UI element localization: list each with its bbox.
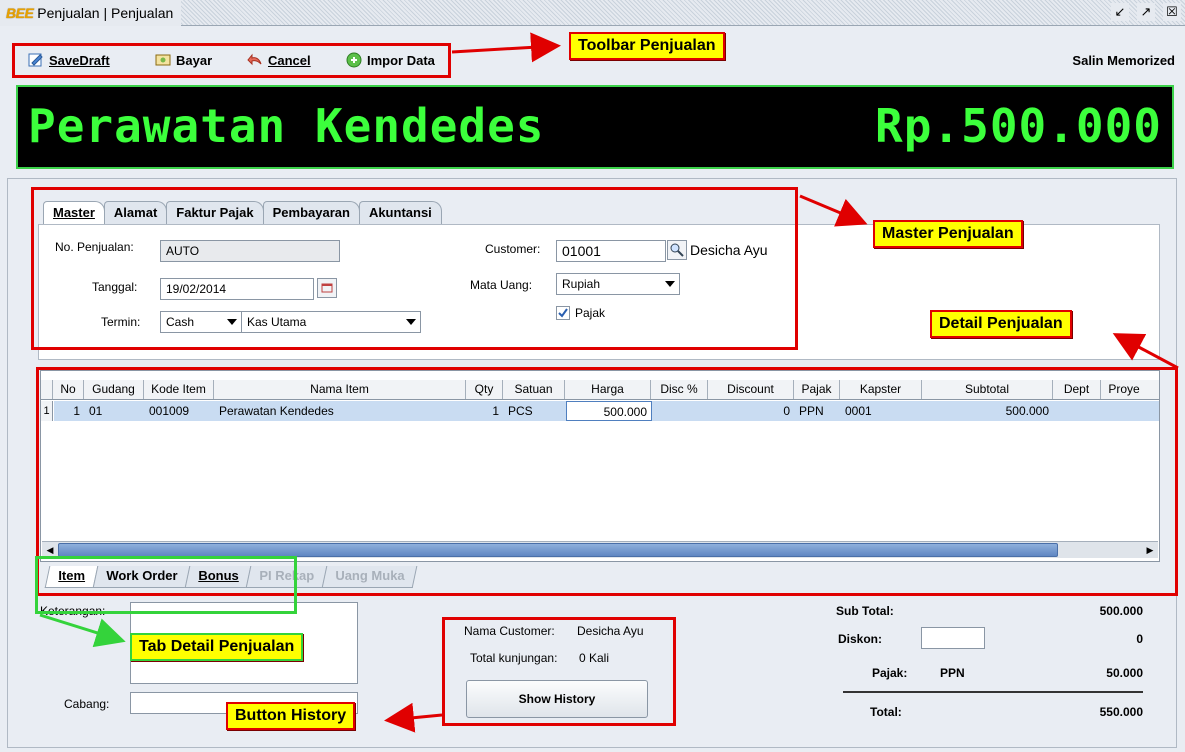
window-controls: ↙ ↗ ☒ <box>1111 3 1181 21</box>
pajak-total-label: Pajak: <box>872 666 908 680</box>
total-label: Total: <box>870 705 902 719</box>
restore-icon[interactable]: ↙ <box>1111 3 1129 21</box>
banner-amount: Rp.500.000 <box>875 99 1162 153</box>
diskon-input[interactable] <box>921 627 985 649</box>
callout-master: Master Penjualan <box>873 220 1023 248</box>
callout-history: Button History <box>226 702 356 730</box>
sub-total-label: Sub Total: <box>836 604 894 618</box>
diskon-value: 0 <box>1136 632 1143 646</box>
master-highlight <box>31 187 798 350</box>
callout-detail: Detail Penjualan <box>930 310 1072 338</box>
bee-logo: BEE <box>6 5 34 21</box>
window-title: Penjualan | Penjualan <box>37 5 174 21</box>
toolbar-highlight <box>12 43 451 78</box>
callout-toolbar: Toolbar Penjualan <box>569 32 725 60</box>
salin-memorized-button[interactable]: Salin Memorized <box>1072 53 1175 68</box>
item-display-banner: Perawatan Kendedes Rp.500.000 <box>16 85 1174 169</box>
total-value: 550.000 <box>1099 705 1143 719</box>
title-bar: BEE Penjualan | Penjualan ↙ ↗ ☒ <box>0 0 1185 26</box>
diskon-label: Diskon: <box>838 632 883 646</box>
sub-total-value: 500.000 <box>1099 604 1143 618</box>
pajak-type: PPN <box>940 666 965 680</box>
maximize-icon[interactable]: ↗ <box>1137 3 1155 21</box>
cabang-label: Cabang: <box>64 697 110 711</box>
total-divider <box>843 691 1143 693</box>
sales-window: BEE Penjualan | Penjualan ↙ ↗ ☒ SaveDraf… <box>0 0 1185 752</box>
close-icon[interactable]: ☒ <box>1163 3 1181 21</box>
title-left: BEE Penjualan | Penjualan <box>0 0 182 26</box>
callout-tab-detail: Tab Detail Penjualan <box>130 633 304 661</box>
pajak-value: 50.000 <box>1106 666 1143 680</box>
tab-detail-highlight <box>35 556 297 614</box>
banner-item-name: Perawatan Kendedes <box>28 99 545 153</box>
history-highlight <box>442 617 676 726</box>
